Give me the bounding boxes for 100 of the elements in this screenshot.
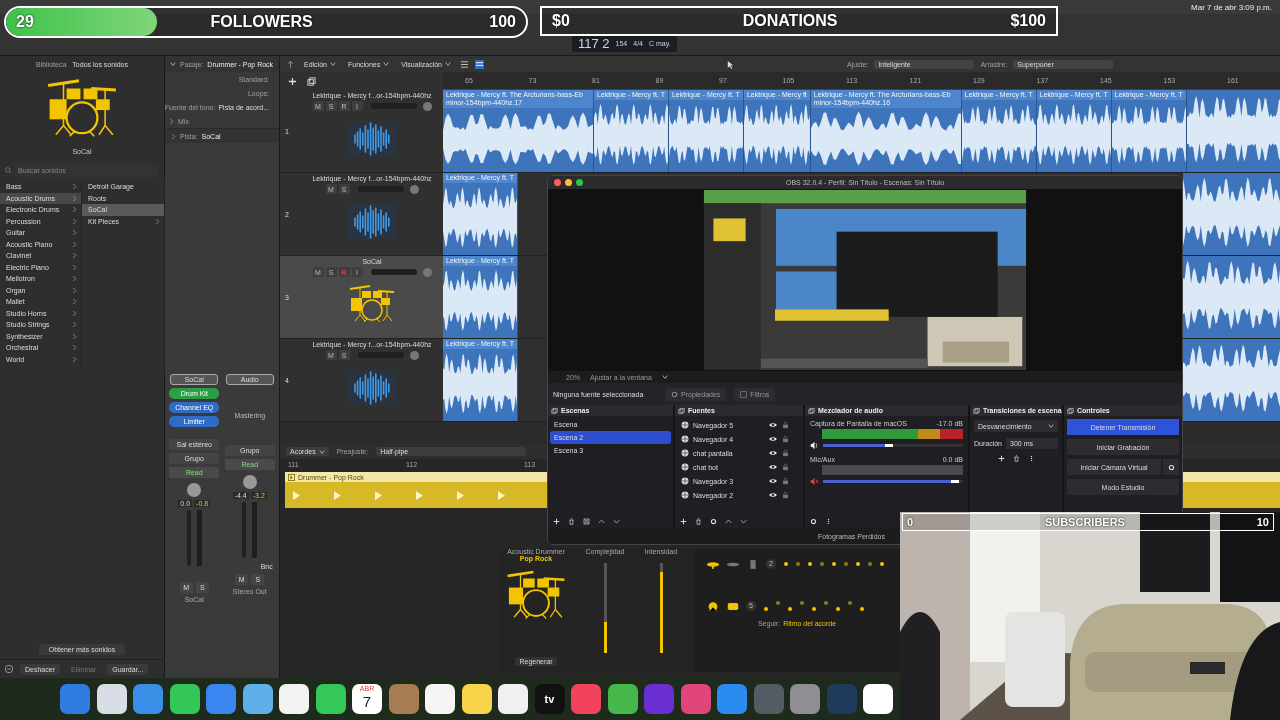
drum-icon[interactable] [726,600,740,612]
add-icon[interactable] [553,517,560,525]
globe-icon [681,435,689,443]
gear-icon[interactable] [710,517,717,525]
drum-kit-icon [45,76,119,138]
clock: Mar 7 de abr 3:09 p.m. [1191,2,1272,12]
caret-icon [661,374,668,380]
eye-icon[interactable] [768,435,778,443]
pan-knob[interactable] [409,350,419,360]
globe-icon [681,449,689,457]
lock-icon[interactable] [782,435,789,443]
chevron-down-icon[interactable] [740,517,747,525]
trash-icon[interactable] [695,517,702,525]
goal-count: 0 [907,516,914,528]
add-icon[interactable] [997,455,1005,462]
settings-button[interactable] [1163,459,1179,475]
chevron-up-icon[interactable] [598,517,605,525]
app-icon[interactable] [279,684,309,714]
eye-icon[interactable] [768,449,778,457]
audio-region[interactable] [1186,90,1280,172]
position-readout: 117 2 [578,36,610,51]
fader-track[interactable] [186,510,191,566]
lock-icon[interactable] [782,477,789,485]
filter-icon[interactable] [583,517,590,525]
app-icon[interactable] [315,684,346,714]
gear-icon[interactable] [810,517,817,525]
more-icon[interactable] [825,517,832,525]
globe-icon [681,463,689,471]
list-icon[interactable] [475,59,484,69]
audio-region[interactable] [1183,339,1280,421]
app-icon[interactable] [169,684,200,714]
list-icon[interactable] [460,59,469,69]
globe-icon [681,477,689,485]
caret-icon [318,448,325,455]
tambourine-icon[interactable] [706,600,720,612]
chevron-down-icon[interactable] [613,517,620,525]
pan-knob[interactable] [242,475,257,489]
lock-icon[interactable] [782,449,789,457]
chevron-icon [155,217,160,225]
trash-icon[interactable] [1012,455,1020,462]
level-meter [252,502,258,558]
caret-icon [1048,423,1054,429]
lock-icon[interactable] [782,491,789,499]
lock-icon[interactable] [782,421,789,429]
pan-knob[interactable] [409,184,419,194]
panel-icon [678,407,685,414]
beat-marker-icon [416,490,423,500]
options-icon[interactable] [4,664,14,674]
duplicate-icon[interactable] [307,76,316,86]
goal-label: SUBSCRIBERS [1044,516,1125,528]
drum-kit-icon [505,568,567,620]
app-label: tv [544,693,555,705]
lock-icon[interactable] [782,463,789,471]
panel-icon [1067,407,1074,414]
slider-track[interactable] [603,563,607,653]
beat-marker-icon [498,490,505,500]
eye-icon[interactable] [768,491,778,499]
app-icon[interactable] [498,684,528,714]
audio-region[interactable] [1183,173,1280,255]
goal-target: 100 [489,13,516,31]
goal-count: 29 [16,13,34,31]
gear-icon [1167,463,1175,471]
pan-knob[interactable] [422,101,432,111]
app-icon[interactable] [461,684,492,714]
app-icon[interactable] [96,684,127,714]
beat-marker-icon [293,490,300,500]
eye-icon[interactable] [768,421,778,429]
play-icon [288,473,295,481]
app-icon[interactable] [607,684,638,714]
goal-label: DONATIONS [742,12,838,30]
fader-track[interactable] [242,502,247,558]
app-icon[interactable] [425,684,455,714]
drum-kit-icon [348,283,396,323]
muted-speaker-icon[interactable] [810,477,819,486]
waveform-icon [347,121,397,157]
chevron-up-icon[interactable] [725,517,732,525]
speaker-icon[interactable] [810,441,819,450]
back-icon[interactable] [286,59,295,69]
caret-icon [329,61,336,67]
audio-region[interactable] [1183,256,1280,338]
tv-app-icon[interactable]: tv [534,684,565,714]
eye-icon[interactable] [768,477,778,485]
eye-icon[interactable] [768,463,778,471]
app-icon[interactable] [863,684,893,714]
pan-knob[interactable] [187,483,202,497]
caret-icon [170,61,176,67]
volume-slider[interactable] [823,444,893,447]
beat-marker-icon [457,490,464,500]
level-meter [196,510,202,566]
search-icon [5,166,12,174]
globe-icon [681,491,689,499]
app-icon[interactable] [242,684,273,714]
globe-icon [681,421,689,429]
goal-target: $100 [1010,12,1046,30]
add-icon[interactable] [680,517,687,525]
goal-count: $0 [552,12,570,30]
plus-icon[interactable] [288,76,297,86]
pointer-icon[interactable] [726,59,735,69]
goal-label: FOLLOWERS [210,13,313,31]
trash-icon[interactable] [568,517,575,525]
